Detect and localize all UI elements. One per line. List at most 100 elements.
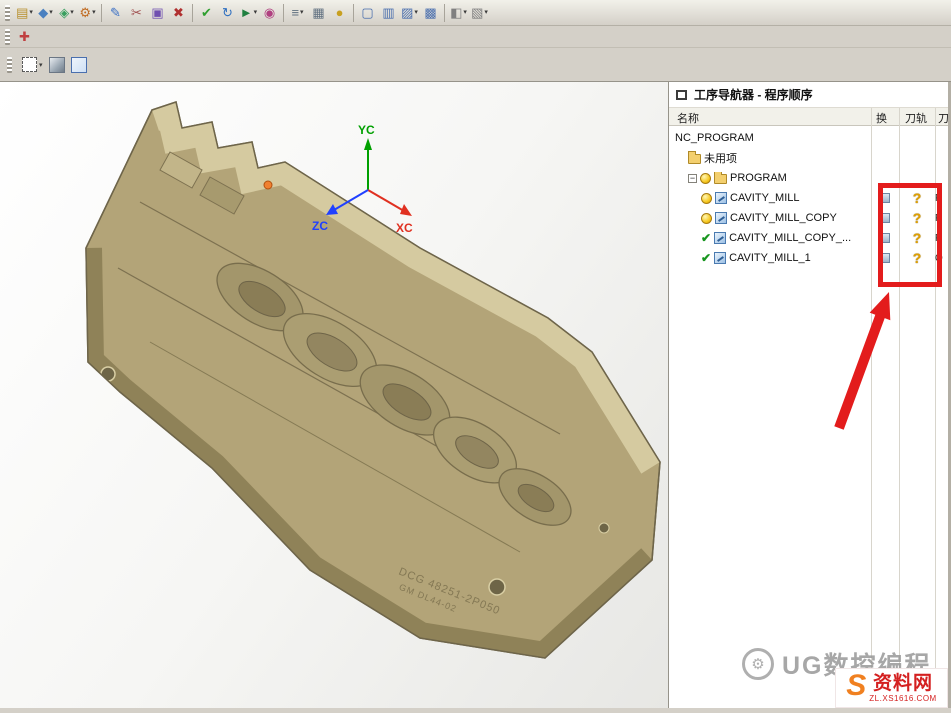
selection-filter[interactable]: ▾ xyxy=(22,57,43,72)
tool-change-icon xyxy=(880,253,890,263)
chevron-down-icon: ▾ xyxy=(300,9,304,16)
toolpath-cell: ? xyxy=(899,228,935,248)
generate-toolpath-icon[interactable]: ✔ xyxy=(196,2,217,23)
create-operation-icon[interactable]: ⚙▾ xyxy=(77,2,98,23)
create-program-icon[interactable]: ▤▾ xyxy=(14,2,35,23)
window-layout-glyph: ▨ xyxy=(401,6,413,19)
toolpath-cell: ? xyxy=(899,248,935,268)
tree-row[interactable]: 未用项 xyxy=(669,148,948,168)
create-operation-glyph: ⚙ xyxy=(79,6,91,19)
toolbar-separator xyxy=(444,4,445,22)
window-tile-icon[interactable]: ▥ xyxy=(378,2,399,23)
create-program-glyph: ▤ xyxy=(16,6,28,19)
window-menu-icon[interactable]: ▩ xyxy=(420,2,441,23)
tree-row-name: NC_PROGRAM xyxy=(669,132,871,144)
tree-row[interactable]: NC_PROGRAM xyxy=(669,128,948,148)
simulate-machine-glyph: ◉ xyxy=(264,6,275,19)
replay-toolpath-icon[interactable]: ↻ xyxy=(217,2,238,23)
toolbar-separator xyxy=(192,4,193,22)
copy-object-icon[interactable]: ▣ xyxy=(147,2,168,23)
chevron-down-icon: ▾ xyxy=(92,9,96,16)
column-divider xyxy=(899,108,900,126)
tree-item-label: CAVITY_MILL xyxy=(730,192,800,204)
secondary-toolbar: ✚ xyxy=(0,26,951,48)
toolbar-grip[interactable] xyxy=(7,57,12,73)
tree-row[interactable]: − PROGRAM xyxy=(669,168,948,188)
edit-object-glyph: ✎ xyxy=(110,6,121,19)
toolbar-separator xyxy=(353,4,354,22)
list-output-icon[interactable]: ≡▾ xyxy=(287,2,308,23)
chevron-down-icon: ▾ xyxy=(29,9,33,16)
main-toolbar: ▤▾◆▾◈▾⚙▾✎✂▣✖✔↻►▾◉≡▾▦●▢▥▨▾▩◧▾▧▾ xyxy=(0,0,951,26)
panel-window-icon xyxy=(676,90,687,100)
toolbar-grip[interactable] xyxy=(5,5,10,21)
tool-change-icon xyxy=(880,213,890,223)
graphics-viewport[interactable]: DCG 48251-2P050 GM DL44-02 YC XC ZC xyxy=(0,82,668,708)
toolbar-grip[interactable] xyxy=(5,29,10,45)
column-tool[interactable]: 刀 xyxy=(938,110,949,126)
column-toolpath[interactable]: 刀轨 xyxy=(905,110,927,126)
create-geometry-glyph: ◈ xyxy=(59,6,69,19)
create-tool-glyph: ◆ xyxy=(38,6,48,19)
display-mode-glyph: ▧ xyxy=(471,6,483,19)
point-constructor-icon[interactable]: ✚ xyxy=(14,26,35,47)
post-process-glyph: ● xyxy=(336,6,344,19)
column-divider xyxy=(871,108,872,126)
status-check-icon: ✔ xyxy=(701,232,711,244)
cut-object-icon[interactable]: ✂ xyxy=(126,2,147,23)
tree-row-name: − PROGRAM xyxy=(669,172,871,184)
delete-object-glyph: ✖ xyxy=(173,6,184,19)
status-bulb-icon xyxy=(700,173,711,184)
copy-object-glyph: ▣ xyxy=(151,6,163,19)
create-geometry-icon[interactable]: ◈▾ xyxy=(56,2,77,23)
chevron-down-icon: ▾ xyxy=(463,9,467,16)
tree-row-name: CAVITY_MILL_COPY xyxy=(669,212,871,224)
expand-toggle[interactable]: − xyxy=(688,174,697,183)
column-toolchange[interactable]: 换 xyxy=(876,110,887,126)
tree-row-name: ✔CAVITY_MILL_COPY_... xyxy=(669,232,871,244)
display-mode-icon[interactable]: ▧▾ xyxy=(469,2,490,23)
post-process-icon[interactable]: ● xyxy=(329,2,350,23)
create-tool-icon[interactable]: ◆▾ xyxy=(35,2,56,23)
toolbar-separator xyxy=(101,4,102,22)
navigator-titlebar[interactable]: 工序导航器 - 程序顺序 xyxy=(669,82,948,108)
window-cascade-glyph: ▢ xyxy=(361,6,373,19)
navigator-tree: NC_PROGRAM未用项−PROGRAMCAVITY_MILL?FCAVITY… xyxy=(669,126,948,268)
chevron-down-icon: ▾ xyxy=(49,9,53,16)
tree-item-label: PROGRAM xyxy=(730,172,787,184)
viewport-toolbar: ▾ xyxy=(0,48,951,82)
chevron-down-icon: ▾ xyxy=(414,9,418,16)
part-3d-view: DCG 48251-2P050 GM DL44-02 YC XC ZC xyxy=(0,82,668,708)
navigator-body: NC_PROGRAM未用项−PROGRAMCAVITY_MILL?FCAVITY… xyxy=(669,126,948,708)
machine-tool-view-icon[interactable]: ▦ xyxy=(308,2,329,23)
verify-toolpath-glyph: ► xyxy=(240,6,253,19)
list-output-glyph: ≡ xyxy=(291,6,299,19)
tree-row[interactable]: ✔CAVITY_MILL_COPY_...?F xyxy=(669,228,948,248)
column-name[interactable]: 名称 xyxy=(677,110,699,126)
toolpath-question-mark: ? xyxy=(913,250,922,266)
toolpath-cell: ? xyxy=(899,208,935,228)
tree-row[interactable]: CAVITY_MILL_COPY?F xyxy=(669,208,948,228)
tool-name-cell: F xyxy=(935,188,948,208)
logo-subtitle: ZL.XS1616.COM xyxy=(869,695,936,703)
tree-row-name: CAVITY_MILL xyxy=(669,192,871,204)
toolchange-cell xyxy=(871,228,899,248)
view-orient-icon[interactable]: ◧▾ xyxy=(448,2,469,23)
navigator-column-headers[interactable]: 名称 换 刀轨 刀 xyxy=(669,108,948,126)
tree-row[interactable]: CAVITY_MILL?F xyxy=(669,188,948,208)
tree-row[interactable]: ✔CAVITY_MILL_1?Q xyxy=(669,248,948,268)
logo-swoosh-icon: S xyxy=(846,671,866,701)
verify-toolpath-icon[interactable]: ►▾ xyxy=(238,2,259,23)
window-layout-icon[interactable]: ▨▾ xyxy=(399,2,420,23)
wireframe-display-icon[interactable] xyxy=(71,57,87,73)
chevron-down-icon: ▾ xyxy=(70,9,74,16)
delete-object-icon[interactable]: ✖ xyxy=(168,2,189,23)
window-cascade-icon[interactable]: ▢ xyxy=(357,2,378,23)
toolchange-cell xyxy=(871,188,899,208)
tree-row-name: ✔CAVITY_MILL_1 xyxy=(669,252,871,264)
edit-object-icon[interactable]: ✎ xyxy=(105,2,126,23)
operation-icon xyxy=(714,252,726,264)
shaded-display-icon[interactable] xyxy=(49,57,65,73)
simulate-machine-icon[interactable]: ◉ xyxy=(259,2,280,23)
generate-toolpath-glyph: ✔ xyxy=(201,6,212,19)
